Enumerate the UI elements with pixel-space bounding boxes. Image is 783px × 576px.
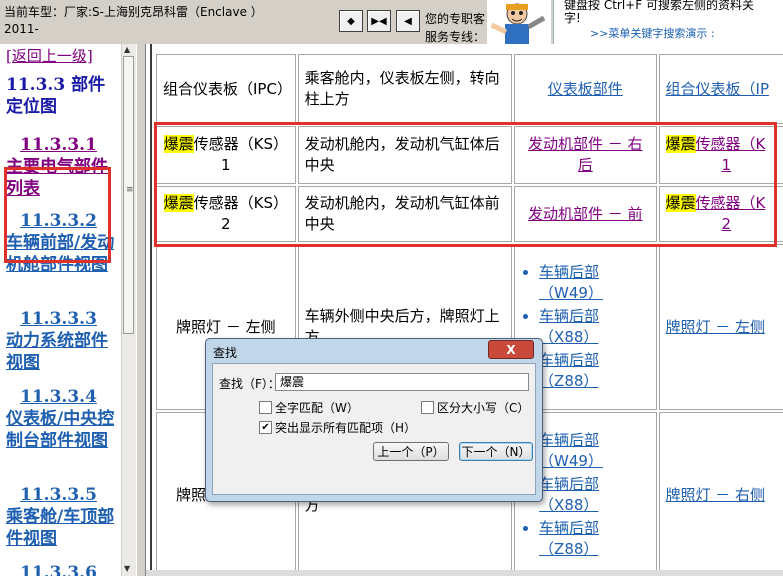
sidebar-item-cabin-roof-view[interactable]: 11.3.3.5 乘客舱/车顶部件视图 (6, 484, 120, 550)
tip-text-cont: 字! (564, 11, 581, 25)
dialog-body: 查找（F）： 爆震 全字匹配（W） 区分大小写（C） ✔ 突出显示所有匹配项（H… (212, 363, 536, 495)
list-item[interactable]: 车辆后部（W49） (539, 262, 649, 304)
list-item[interactable]: 车辆后部（W49） (539, 430, 649, 472)
location-cell: 乘客舱内，仪表板左侧，转向柱上方 (297, 54, 513, 124)
connector-cell: 牌照灯 － 左侧 (658, 244, 783, 410)
search-tip-box: 键盘按 Ctrl+F 可搜索左侧的资料关 字! >>菜单关键字搜索演示 : (553, 0, 783, 44)
sidebar-item-number: 11.3.3.4 (20, 387, 97, 407)
view-link[interactable]: 车辆后部（X88） (539, 307, 599, 346)
left-arrow-icon: ◀ (404, 15, 412, 27)
connector-link[interactable]: 牌照灯 － 左侧 (666, 318, 766, 336)
top-toolbar: 当前车型：厂家:S-上海别克昂科雷（Enclave ） 2011- ◆ ▶◀ ◀… (0, 0, 783, 45)
vehicle-year-text: 2011- (4, 22, 39, 36)
match-case-label: 区分大小写（C） (437, 401, 530, 415)
mechanic-mascot-icon (487, 0, 551, 44)
sync-button[interactable]: ▶◀ (367, 10, 391, 32)
find-input[interactable]: 爆震 (275, 373, 529, 391)
current-vehicle-label: 当前车型：厂家:S-上海别克昂科雷（Enclave ） 2011- (4, 4, 263, 38)
sidebar-item-number: 11.3.3.6 (20, 563, 97, 576)
checkmark-icon: ✔ (261, 422, 270, 433)
annotation-box (154, 122, 777, 247)
connector-link[interactable]: 牌照灯 － 右侧 (666, 486, 766, 504)
table-row: 组合仪表板（IPC） 乘客舱内，仪表板左侧，转向柱上方 仪表板部件 组合仪表板（… (156, 54, 783, 124)
back-link[interactable]: [返回上一级] (6, 45, 93, 66)
view-link[interactable]: 车辆后部（Z88） (539, 519, 599, 558)
sidebar-item-powertrain-view[interactable]: 11.3.3.3 动力系统部件视图 (6, 308, 120, 374)
connector-cell: 组合仪表板（IP (658, 54, 783, 124)
sidebar-item-label: 动力系统部件视图 (6, 331, 108, 373)
scrollbar-thumb[interactable]: ≡ (123, 56, 134, 334)
list-item[interactable]: 车辆后部（Z88） (539, 518, 649, 560)
sidebar-scrollbar[interactable]: ▲ ≡ ▼ (121, 44, 136, 576)
scroll-up-icon[interactable]: ▲ (124, 45, 130, 54)
connector-cell: 牌照灯 － 右侧 (658, 412, 783, 576)
sidebar-item-next[interactable]: 11.3.3.6 (6, 562, 120, 576)
sidebar-item-number: 11.3.3.1 (20, 135, 97, 155)
view-link[interactable]: 仪表板部件 (548, 80, 623, 98)
match-case-checkbox[interactable] (421, 401, 434, 414)
find-label: 查找（F）： (219, 377, 280, 391)
sidebar-item-label: 仪表板/中央控制台部件视图 (6, 409, 115, 451)
view-link[interactable]: 车辆后部（X88） (539, 475, 599, 514)
sync-arrows-icon: ▶◀ (371, 15, 387, 27)
grip-icon: ≡ (126, 185, 134, 195)
list-item[interactable]: 车辆后部（X88） (539, 306, 649, 348)
tip-text: 键盘按 Ctrl+F 可搜索左侧的资料关 (564, 0, 754, 12)
horizontal-scrollbar[interactable] (146, 570, 783, 576)
view-link[interactable]: 车辆后部（Z88） (539, 351, 599, 390)
previous-button[interactable]: 上一个（P） (373, 442, 449, 461)
close-button[interactable]: X (488, 340, 534, 359)
service-hotline: 您的专职客 服务专线： (425, 10, 485, 46)
sidebar-item-number: 11.3.3.5 (20, 485, 97, 505)
dialog-title: 查找 (213, 346, 238, 360)
sidebar-item-number: 11.3.3.3 (20, 309, 97, 329)
diamond-icon: ◆ (347, 15, 355, 27)
close-icon: X (506, 342, 516, 357)
sidebar-heading: 11.3.3 部件定位图 (6, 75, 106, 117)
whole-word-label: 全字匹配（W） (275, 401, 359, 415)
search-demo-link[interactable]: >>菜单关键字搜索演示 : (590, 25, 715, 41)
component-cell: 组合仪表板（IPC） (156, 54, 296, 124)
list-item[interactable]: 车辆后部（Z88） (539, 350, 649, 392)
collapse-button[interactable]: ◀ (396, 10, 420, 32)
find-dialog: 查找 X 查找（F）： 爆震 全字匹配（W） 区分大小写（C） ✔ 突出显示所有… (205, 338, 543, 502)
sidebar-item-label: 乘客舱/车顶部件视图 (6, 507, 115, 549)
frame-edge (150, 44, 152, 576)
whole-word-checkbox[interactable] (259, 401, 272, 414)
view-link[interactable]: 车辆后部（W49） (539, 431, 603, 470)
annotation-box (4, 167, 111, 263)
highlight-all-label: 突出显示所有匹配项（H） (275, 421, 417, 435)
sidebar-item-dashboard-console-view[interactable]: 11.3.3.4 仪表板/中央控制台部件视图 (6, 386, 120, 452)
vehicle-model-text: 当前车型：厂家:S-上海别克昂科雷（Enclave ） (4, 5, 263, 19)
next-button[interactable]: 下一个（N） (459, 442, 533, 461)
frame-divider[interactable] (136, 44, 146, 576)
scroll-down-icon[interactable]: ▼ (124, 564, 130, 573)
expand-button[interactable]: ◆ (339, 10, 363, 32)
sidebar: [返回上一级] 11.3.3 部件定位图 11.3.3.1 主要电气部件列表 1… (0, 44, 121, 576)
list-item[interactable]: 车辆后部（X88） (539, 474, 649, 516)
highlight-all-checkbox[interactable]: ✔ (259, 421, 272, 434)
view-cell: 仪表板部件 (514, 54, 657, 124)
connector-link[interactable]: 组合仪表板（IP (666, 80, 769, 98)
view-link[interactable]: 车辆后部（W49） (539, 263, 603, 302)
hotline-line1: 您的专职客 (425, 12, 486, 26)
